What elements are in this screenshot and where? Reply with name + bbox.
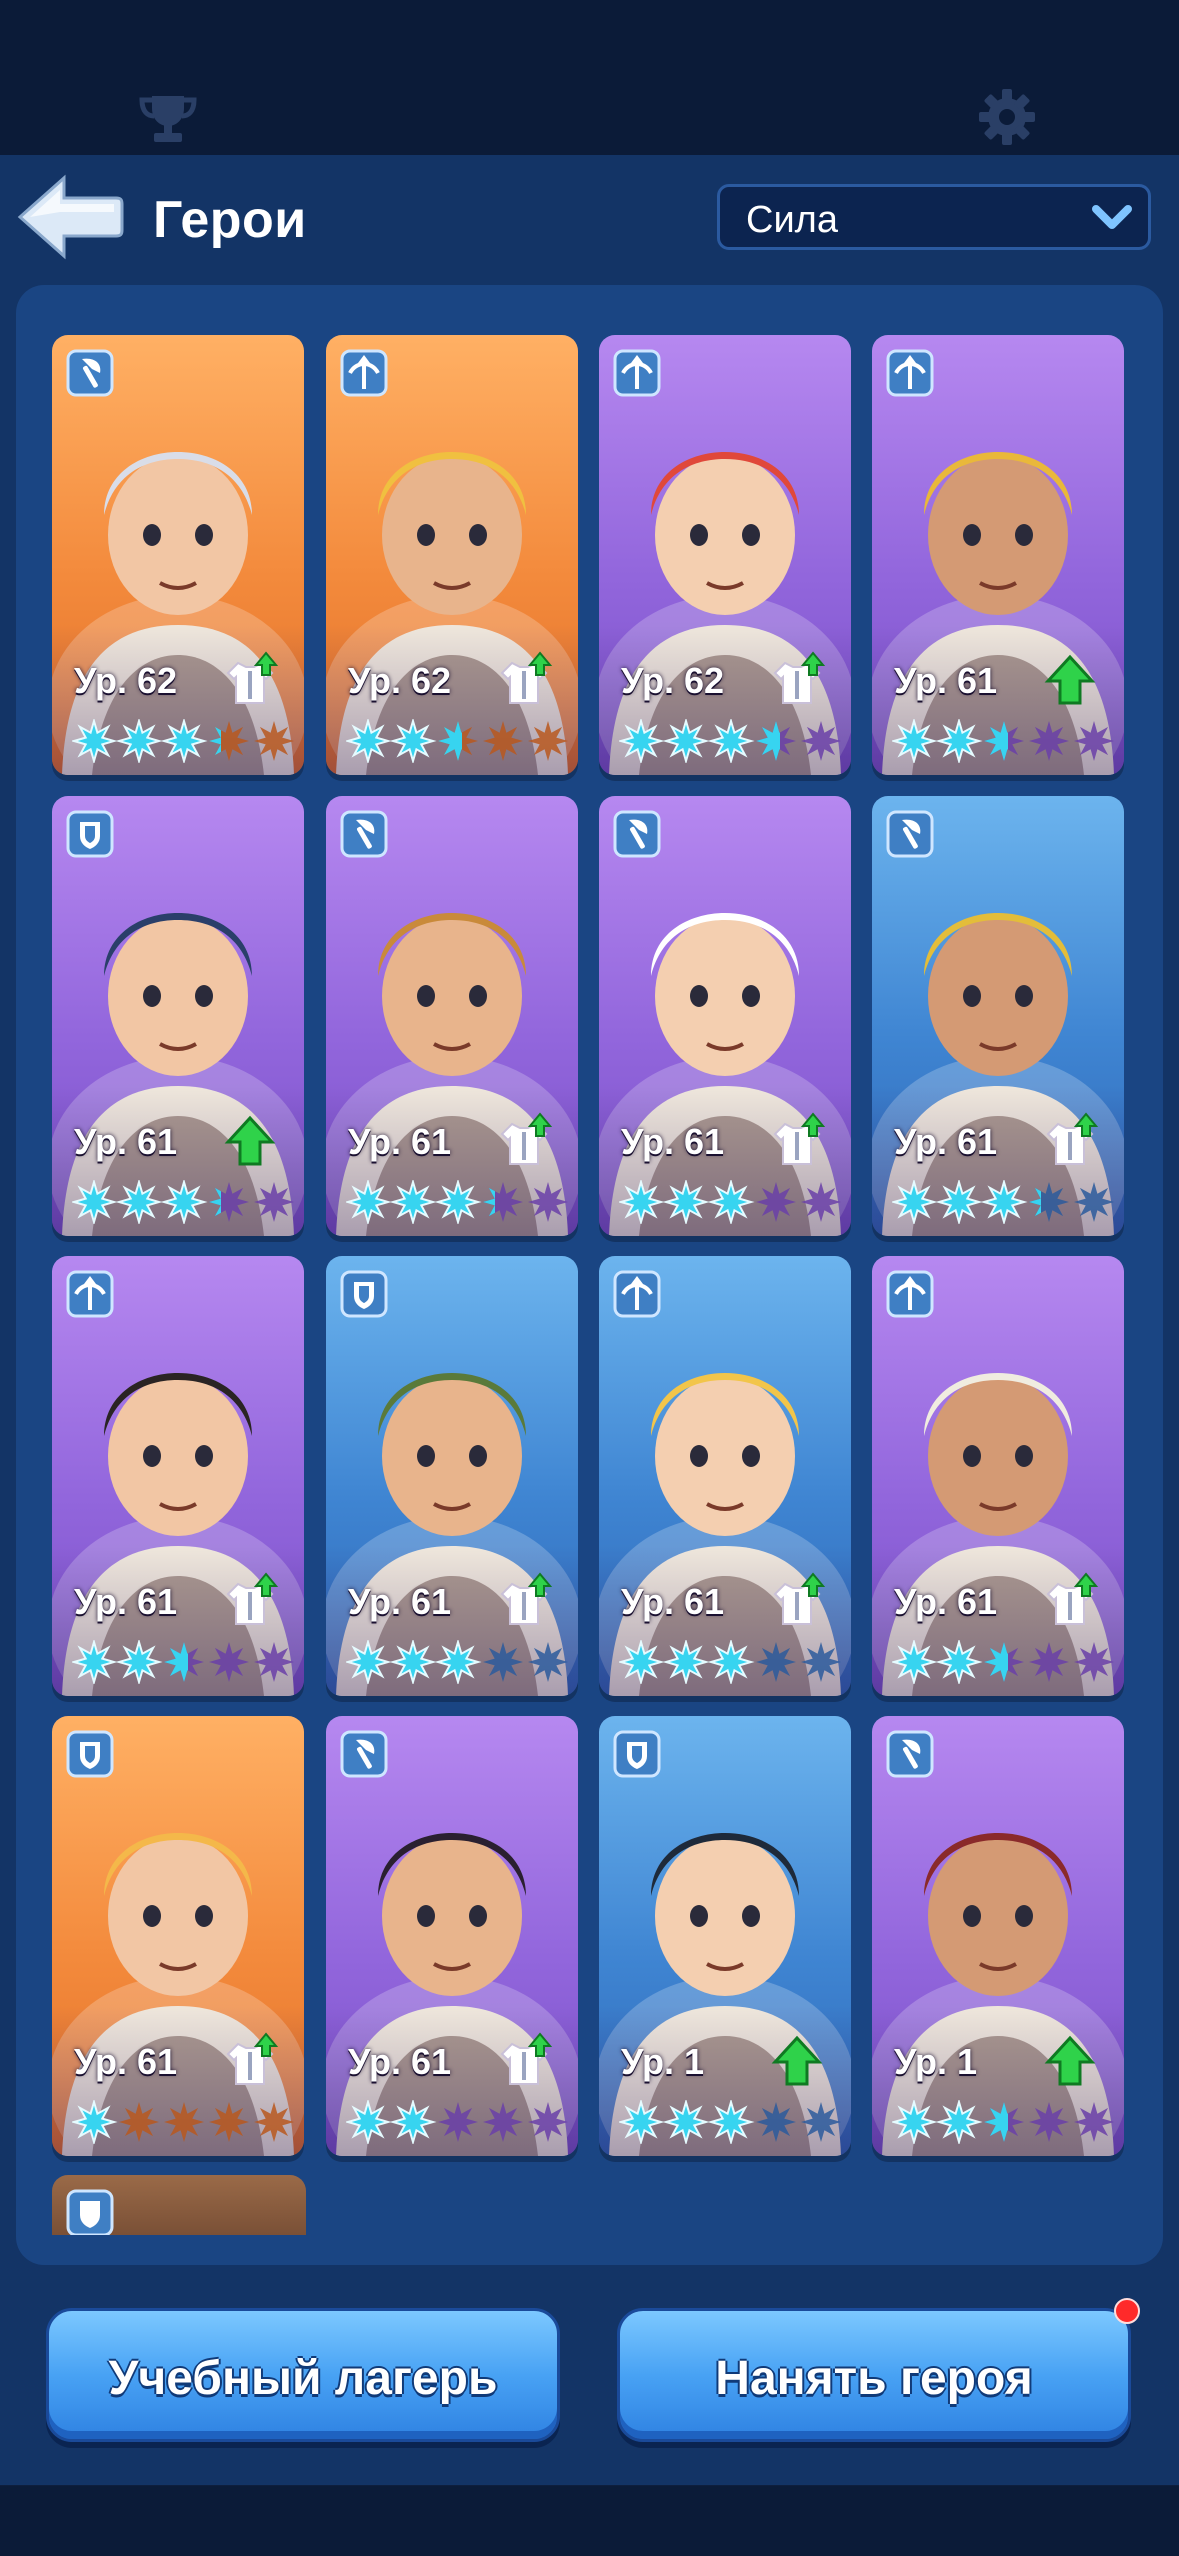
hero-level-label: Ур. 61 — [894, 1581, 998, 1622]
shield-icon — [66, 2189, 114, 2235]
hero-card[interactable]: Ур. 61 — [326, 796, 578, 1236]
training-camp-button[interactable]: Учебный лагерь — [46, 2308, 560, 2442]
hero-card[interactable]: Ур. 1 — [872, 1716, 1124, 2156]
hero-card[interactable]: Ур. 61 — [326, 1716, 578, 2156]
crossbow-icon — [66, 1270, 114, 1318]
hero-level-label: Ур. 62 — [348, 660, 452, 701]
back-arrow-button[interactable] — [16, 172, 124, 262]
gear-upgrade-icon — [773, 1572, 826, 1625]
star-rating — [72, 1640, 294, 1684]
crossbow-icon — [613, 349, 661, 397]
hero-card[interactable]: Ур. 61 — [52, 1256, 304, 1696]
hero-level-label: Ур. 62 — [621, 660, 725, 701]
crossbow-icon — [886, 349, 934, 397]
axe-icon — [886, 810, 934, 858]
gear-upgrade-icon — [226, 2032, 279, 2085]
axe-icon — [613, 810, 661, 858]
star-rating — [619, 2100, 841, 2144]
hero-card[interactable]: Ур. 61 — [872, 796, 1124, 1236]
hero-card[interactable]: Ур. 61 — [599, 796, 851, 1236]
hero-level-label: Ур. 1 — [621, 2041, 705, 2082]
star-rating — [619, 1640, 841, 1684]
gear-upgrade-icon — [500, 651, 553, 704]
star-rating — [892, 1180, 1114, 1224]
crossbow-icon — [886, 1270, 934, 1318]
gear-upgrade-icon — [773, 1112, 826, 1165]
hero-level-label: Ур. 61 — [74, 1121, 178, 1162]
notification-dot — [1114, 2298, 1140, 2324]
shield-icon — [340, 1270, 388, 1318]
upgrade-arrow-icon — [1044, 654, 1096, 705]
star-rating — [72, 719, 294, 763]
hero-level-label: Ур. 61 — [74, 2041, 178, 2082]
hire-hero-label: Нанять героя — [715, 2352, 1033, 2405]
sort-dropdown-value: Сила — [746, 199, 838, 241]
hero-level-label: Ур. 61 — [348, 1581, 452, 1622]
star-rating — [619, 1180, 841, 1224]
settings-gear-icon[interactable] — [978, 88, 1036, 146]
training-camp-label: Учебный лагерь — [108, 2352, 498, 2405]
hero-card[interactable]: Ур. 61 — [326, 1256, 578, 1696]
upgrade-arrow-icon — [1044, 2035, 1096, 2086]
gear-upgrade-icon — [773, 651, 826, 704]
shield-icon — [66, 1730, 114, 1778]
hire-hero-button[interactable]: Нанять героя — [617, 2308, 1131, 2442]
star-rating — [619, 719, 841, 763]
star-rating — [346, 1640, 568, 1684]
hero-level-label: Ур. 61 — [894, 660, 998, 701]
axe-icon — [886, 1730, 934, 1778]
star-rating — [346, 719, 568, 763]
star-rating — [346, 2100, 568, 2144]
crossbow-icon — [340, 349, 388, 397]
gear-upgrade-icon — [500, 2032, 553, 2085]
gear-upgrade-icon — [226, 651, 279, 704]
hero-level-label: Ур. 61 — [621, 1581, 725, 1622]
star-rating — [892, 719, 1114, 763]
hero-card[interactable]: Ур. 62 — [599, 335, 851, 775]
gear-upgrade-icon — [1046, 1112, 1099, 1165]
hero-level-label: Ур. 1 — [894, 2041, 978, 2082]
hero-card[interactable]: Ур. 61 — [872, 335, 1124, 775]
star-rating — [72, 1180, 294, 1224]
gear-upgrade-icon — [226, 1572, 279, 1625]
hero-level-label: Ур. 62 — [74, 660, 178, 701]
hero-card[interactable]: Ур. 62 — [52, 335, 304, 775]
hero-level-label: Ур. 61 — [894, 1121, 998, 1162]
shield-icon — [66, 810, 114, 858]
axe-icon — [66, 349, 114, 397]
hero-card[interactable]: Ур. 61 — [52, 1716, 304, 2156]
axe-icon — [340, 1730, 388, 1778]
hero-card-partial[interactable] — [52, 2175, 306, 2235]
hero-level-label: Ур. 61 — [348, 2041, 452, 2082]
axe-icon — [340, 810, 388, 858]
hero-card[interactable]: Ур. 61 — [599, 1256, 851, 1696]
bottom-bar — [0, 2486, 1179, 2556]
star-rating — [72, 2100, 294, 2144]
hero-card[interactable]: Ур. 62 — [326, 335, 578, 775]
upgrade-arrow-icon — [771, 2035, 823, 2086]
gear-upgrade-icon — [500, 1112, 553, 1165]
page-title: Герои — [153, 191, 307, 249]
upgrade-arrow-icon — [224, 1115, 276, 1166]
hero-level-label: Ур. 61 — [74, 1581, 178, 1622]
top-bar — [0, 0, 1179, 155]
star-rating — [892, 1640, 1114, 1684]
crossbow-icon — [613, 1270, 661, 1318]
shield-icon — [613, 1730, 661, 1778]
gear-upgrade-icon — [1046, 1572, 1099, 1625]
chevron-down-icon — [1092, 205, 1132, 229]
gear-upgrade-icon — [500, 1572, 553, 1625]
star-rating — [346, 1180, 568, 1224]
star-rating — [892, 2100, 1114, 2144]
hero-card[interactable]: Ур. 61 — [872, 1256, 1124, 1696]
sort-dropdown[interactable]: Сила — [717, 184, 1151, 250]
hero-card[interactable]: Ур. 1 — [599, 1716, 851, 2156]
hero-level-label: Ур. 61 — [621, 1121, 725, 1162]
hero-card[interactable]: Ур. 61 — [52, 796, 304, 1236]
hero-level-label: Ур. 61 — [348, 1121, 452, 1162]
trophy-icon[interactable] — [138, 92, 198, 144]
